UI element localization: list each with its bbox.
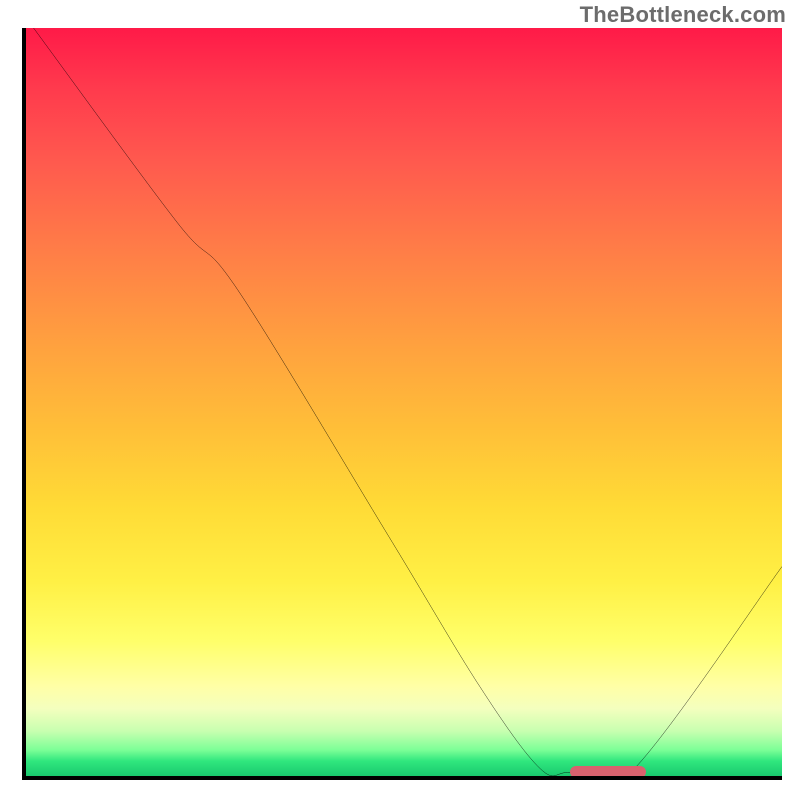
optimal-range-marker <box>570 766 646 778</box>
attribution-text: TheBottleneck.com <box>580 2 786 28</box>
plot-area <box>22 28 782 780</box>
chart-container: TheBottleneck.com <box>0 0 800 800</box>
bottleneck-curve <box>26 28 782 776</box>
